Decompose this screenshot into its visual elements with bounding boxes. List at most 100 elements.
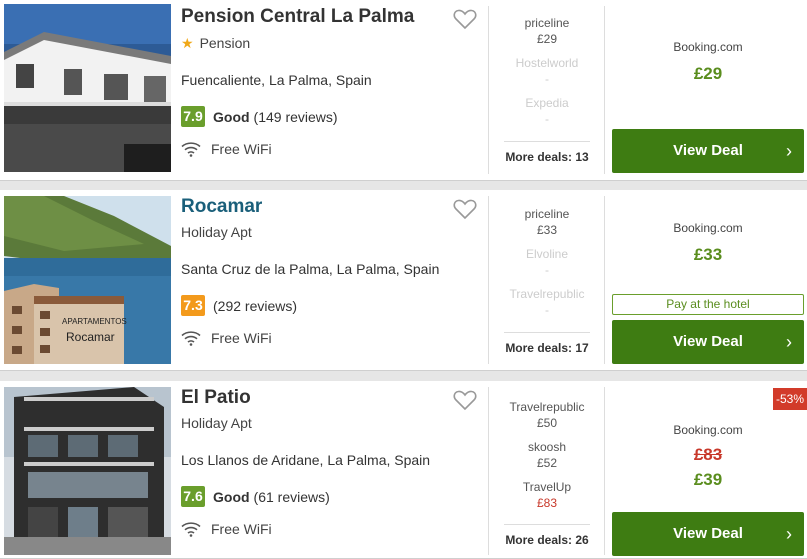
view-deal-button[interactable]: View Deal › — [612, 129, 804, 173]
more-deals-link[interactable]: More deals: 26 — [504, 524, 590, 547]
provider-name: Elvoline — [525, 247, 569, 261]
hotel-name[interactable]: Rocamar — [181, 196, 262, 218]
provider-deal[interactable]: Hostelworld - — [494, 56, 600, 86]
hotel-photo[interactable]: APARTAMENTOS Rocamar — [4, 196, 171, 364]
provider-deal[interactable]: Elvoline - — [494, 247, 600, 277]
amenity-label: Free WiFi — [211, 141, 272, 157]
best-deal-price[interactable]: £39 — [612, 470, 804, 490]
view-deal-label: View Deal — [673, 525, 743, 542]
pay-at-hotel-badge: Pay at the hotel — [612, 294, 804, 315]
provider-deal[interactable]: skoosh £52 — [494, 440, 600, 470]
photo-sign-text: APARTAMENTOS — [62, 317, 127, 326]
heart-icon[interactable] — [453, 389, 477, 411]
provider-name: TravelUp — [522, 480, 572, 494]
divider — [604, 387, 605, 555]
hotel-location[interactable]: Los Llanos de Aridane, La Palma, Spain — [181, 452, 430, 468]
provider-name: Travelrepublic — [509, 400, 585, 414]
provider-name: skoosh — [527, 440, 567, 454]
divider — [604, 6, 605, 174]
review-count: (61 reviews) — [253, 488, 330, 505]
accommodation-type: Holiday Apt — [181, 224, 252, 240]
best-deal-price[interactable]: £29 — [612, 64, 804, 84]
other-deals: priceline £29 Hostelworld - Expedia - Mo… — [494, 0, 600, 180]
provider-name: priceline — [524, 16, 570, 30]
heart-icon[interactable] — [453, 8, 477, 30]
provider-name: Hostelworld — [515, 56, 579, 70]
hotel-photo[interactable] — [4, 4, 171, 172]
chevron-right-icon: › — [786, 141, 792, 161]
best-deal: Booking.com £33 Pay at the hotel View De… — [612, 190, 804, 370]
provider-deal[interactable]: Travelrepublic £50 — [494, 400, 600, 430]
amenity-wifi: Free WiFi — [181, 141, 272, 157]
other-deals: Travelrepublic £50 skoosh £52 TravelUp £… — [494, 381, 600, 558]
more-deals-link[interactable]: More deals: 13 — [504, 141, 590, 164]
amenity-wifi: Free WiFi — [181, 521, 272, 537]
accommodation-type: ★ Pension — [181, 35, 250, 52]
provider-deal[interactable]: Travelrepublic - — [494, 287, 600, 317]
hotel-photo[interactable] — [4, 387, 171, 555]
provider-price: - — [545, 72, 549, 86]
rating-label: Good — [213, 108, 250, 125]
divider — [488, 387, 489, 555]
original-price: £83 — [693, 445, 723, 464]
chevron-right-icon: › — [786, 524, 792, 544]
best-deal-site[interactable]: Booking.com — [612, 423, 804, 437]
hotel-name[interactable]: Pension Central La Palma — [181, 6, 414, 28]
heart-icon[interactable] — [453, 198, 477, 220]
provider-price: £29 — [536, 32, 558, 46]
wifi-icon — [181, 522, 201, 537]
hotel-card-2: APARTAMENTOS Rocamar Rocamar Holiday Apt… — [0, 190, 807, 371]
provider-deal[interactable]: TravelUp £83 — [494, 480, 600, 510]
best-deal-site[interactable]: Booking.com — [612, 221, 804, 235]
amenity-label: Free WiFi — [211, 521, 272, 537]
rating-label: Good — [213, 488, 250, 505]
review-rating[interactable]: 7.9 Good (149 reviews) — [181, 106, 338, 127]
hotel-card-1: Pension Central La Palma ★ Pension Fuenca… — [0, 0, 807, 181]
provider-deal[interactable]: Expedia - — [494, 96, 600, 126]
hotel-name[interactable]: El Patio — [181, 387, 251, 409]
star-icon: ★ — [181, 35, 194, 51]
provider-deal[interactable]: priceline £29 — [494, 16, 600, 46]
provider-price: £50 — [536, 416, 558, 430]
hotel-location[interactable]: Santa Cruz de la Palma, La Palma, Spain — [181, 261, 439, 277]
provider-price: - — [545, 263, 549, 277]
amenity-label: Free WiFi — [211, 330, 272, 346]
provider-price: - — [545, 112, 549, 126]
best-deal-site[interactable]: Booking.com — [612, 40, 804, 54]
discount-badge: -53% — [773, 388, 807, 410]
provider-price: - — [545, 303, 549, 317]
wifi-icon — [181, 331, 201, 346]
provider-price: £33 — [536, 223, 558, 237]
view-deal-label: View Deal — [673, 333, 743, 350]
provider-name: Travelrepublic — [509, 287, 585, 301]
hotel-card-3: El Patio Holiday Apt Los Llanos de Arida… — [0, 381, 807, 559]
view-deal-label: View Deal — [673, 142, 743, 159]
review-rating[interactable]: 7.3 (292 reviews) — [181, 295, 297, 316]
provider-name: priceline — [524, 207, 570, 221]
hotel-location[interactable]: Fuencaliente, La Palma, Spain — [181, 72, 372, 88]
other-deals: priceline £33 Elvoline - Travelrepublic … — [494, 190, 600, 370]
best-deal: Booking.com £29 View Deal › — [612, 0, 804, 180]
accommodation-type: Holiday Apt — [181, 415, 252, 431]
provider-deal[interactable]: priceline £33 — [494, 207, 600, 237]
best-deal-price[interactable]: £33 — [612, 245, 804, 265]
chevron-right-icon: › — [786, 332, 792, 352]
review-count: (292 reviews) — [213, 297, 298, 314]
amenity-wifi: Free WiFi — [181, 330, 272, 346]
divider — [604, 196, 605, 364]
view-deal-button[interactable]: View Deal › — [612, 512, 804, 556]
view-deal-button[interactable]: View Deal › — [612, 320, 804, 364]
rating-score-badge: 7.3 — [181, 295, 205, 316]
rating-score-badge: 7.6 — [181, 486, 205, 507]
more-deals-link[interactable]: More deals: 17 — [504, 332, 590, 355]
provider-price: £83 — [536, 496, 558, 510]
photo-sign-text: Rocamar — [66, 330, 115, 344]
provider-price: £52 — [536, 456, 558, 470]
review-count: (149 reviews) — [253, 108, 338, 125]
review-rating[interactable]: 7.6 Good (61 reviews) — [181, 486, 330, 507]
accommodation-type-label: Pension — [199, 35, 251, 51]
rating-score-badge: 7.9 — [181, 106, 205, 127]
divider — [488, 196, 489, 364]
wifi-icon — [181, 142, 201, 157]
divider — [488, 6, 489, 174]
